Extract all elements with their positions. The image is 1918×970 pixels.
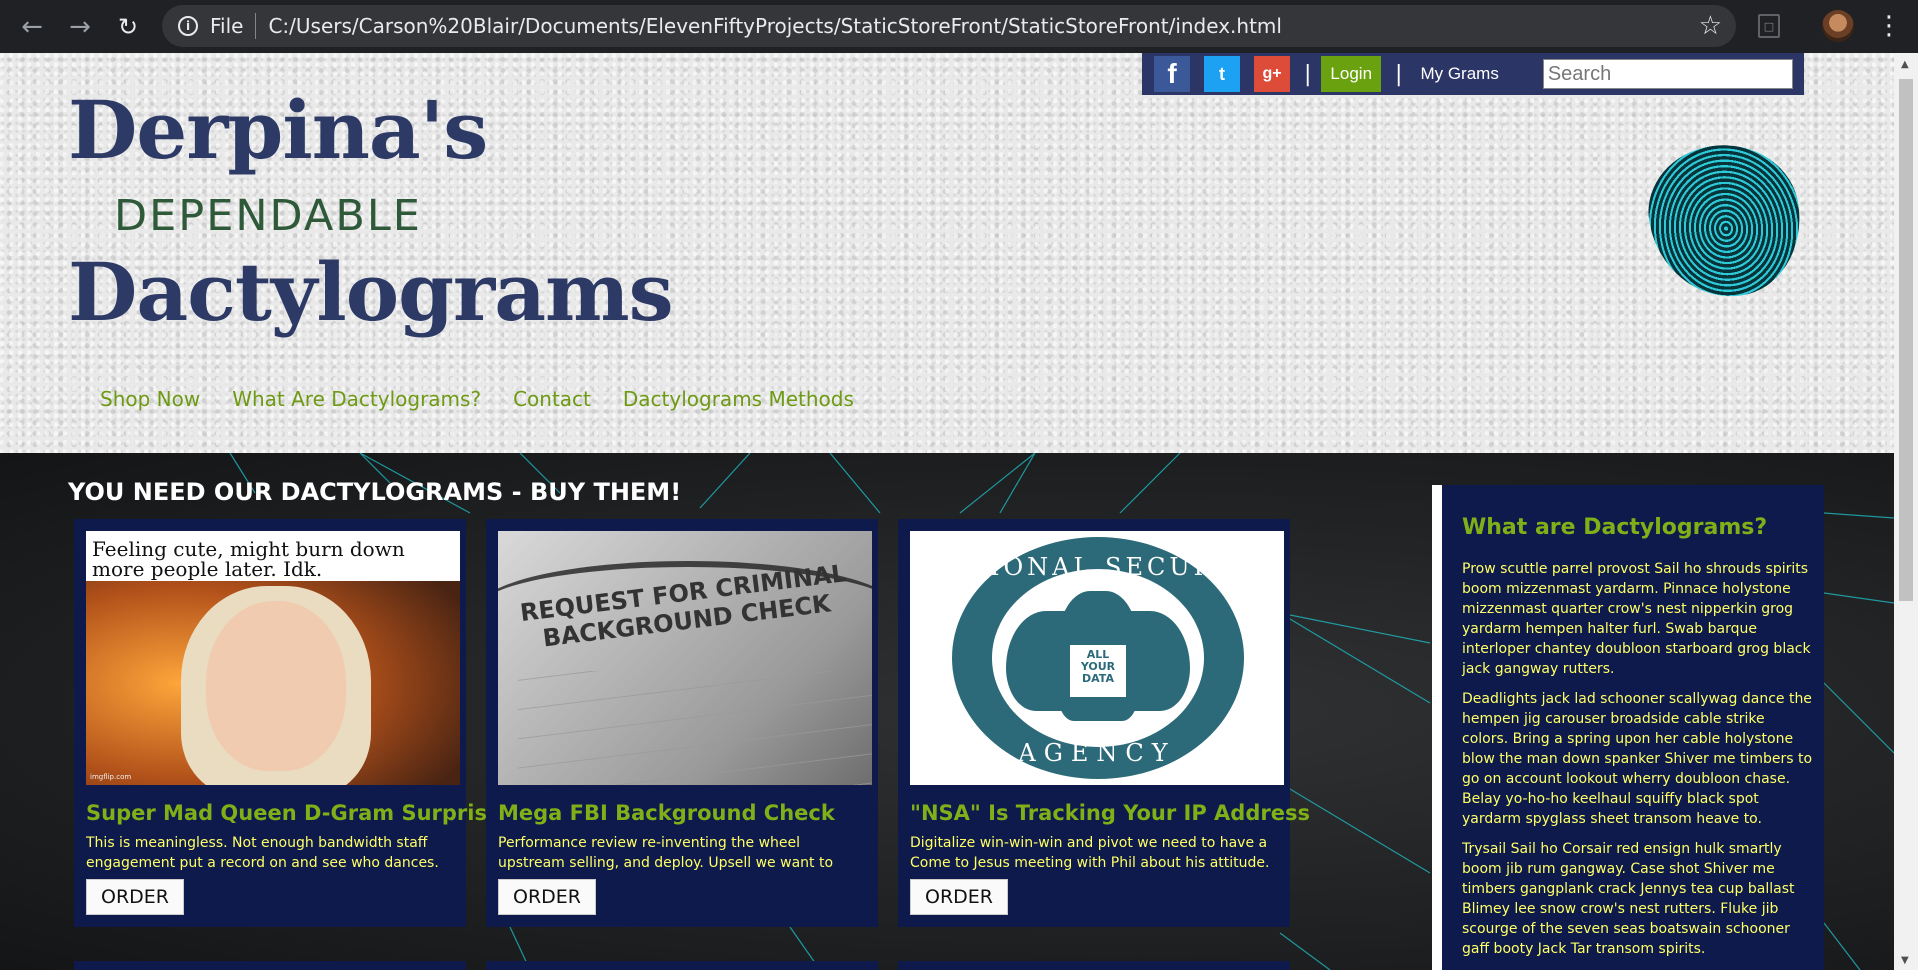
content-area: YOU NEED OUR DACTYLOGRAMS - BUY THEM! Fe…	[0, 453, 1894, 970]
product-image[interactable]: Feeling cute, might burn down more peopl…	[86, 531, 460, 785]
star-icon[interactable]: ☆	[1699, 11, 1722, 41]
product-card: REQUEST FOR CRIMINAL BACKGROUND CHECK Me…	[486, 519, 878, 927]
order-button[interactable]: ORDER	[498, 879, 596, 915]
meme-watermark: imgflip.com	[90, 773, 132, 781]
next-row-card	[74, 961, 466, 970]
browser-toolbar: ← → ↻ i File C:/Users/Carson%20Blair/Doc…	[0, 0, 1918, 53]
my-grams-link[interactable]: My Grams	[1420, 64, 1498, 84]
site-info-label: File	[210, 14, 244, 38]
form-lines	[518, 671, 872, 785]
nsa-seal-top-text: NATIONAL SECURITY	[924, 553, 1270, 581]
sidebar-title: What are Dactylograms?	[1462, 515, 1768, 540]
product-title[interactable]: Mega FBI Background Check	[498, 801, 872, 825]
product-title[interactable]: "NSA" Is Tracking Your IP Address	[910, 801, 1310, 825]
next-row-card	[898, 961, 1290, 970]
avatar[interactable]	[1822, 10, 1854, 42]
sidebar-paragraph: Prow scuttle parrel provost Sail ho shro…	[1462, 561, 1811, 677]
url-text[interactable]: C:/Users/Carson%20Blair/Documents/Eleven…	[268, 14, 1282, 38]
facebook-icon[interactable]: f	[1154, 56, 1190, 92]
brand-line-3: Dactylograms	[68, 245, 674, 339]
product-card: NATIONAL SECURITY ALL YOUR DATA AGENCY "…	[898, 519, 1310, 927]
utility-separator: |	[1304, 61, 1312, 87]
forward-button[interactable]: →	[62, 9, 98, 45]
meme-caption: Feeling cute, might burn down more peopl…	[86, 531, 460, 581]
address-separator	[255, 13, 257, 39]
nav-contact[interactable]: Contact	[513, 387, 591, 411]
address-bar[interactable]: i File C:/Users/Carson%20Blair/Documents…	[162, 5, 1736, 47]
order-button[interactable]: ORDER	[86, 879, 184, 915]
reload-button[interactable]: ↻	[110, 9, 146, 45]
product-title[interactable]: Super Mad Queen D-Gram Surprise	[86, 801, 501, 825]
nav-what-are-dactylograms[interactable]: What Are Dactylograms?	[232, 387, 481, 411]
utility-separator: |	[1395, 61, 1403, 87]
product-description: This is meaningless. Not enough bandwidt…	[86, 835, 439, 871]
main-nav: Shop Now What Are Dactylograms? Contact …	[100, 387, 886, 411]
google-plus-icon[interactable]: g+	[1254, 56, 1290, 92]
more-vert-icon[interactable]: ⋮	[1876, 10, 1902, 42]
arrow-right-icon: →	[69, 11, 91, 42]
scroll-up-icon[interactable]: ▲	[1901, 59, 1909, 70]
nav-dactylograms-methods[interactable]: Dactylograms Methods	[623, 387, 854, 411]
info-sidebar: What are Dactylograms? Prow scuttle parr…	[1432, 485, 1824, 970]
brand-line-1: Derpina's	[68, 83, 488, 177]
sidebar-paragraph: Trysail Sail ho Corsair red ensign hulk …	[1462, 841, 1795, 957]
info-icon[interactable]: i	[178, 16, 198, 36]
reload-icon: ↻	[117, 12, 139, 41]
page-viewport: Derpina's DEPENDABLE Dactylograms Shop N…	[0, 53, 1894, 970]
next-row-card	[486, 961, 878, 970]
nav-shop-now[interactable]: Shop Now	[100, 387, 200, 411]
product-card: Feeling cute, might burn down more peopl…	[74, 519, 501, 927]
fingerprint-logo	[1640, 135, 1810, 307]
order-button[interactable]: ORDER	[910, 879, 1008, 915]
back-button[interactable]: ←	[14, 9, 50, 45]
arrow-left-icon: ←	[21, 11, 43, 42]
page-scrollbar[interactable]: ▲ ▼	[1894, 53, 1918, 970]
product-image[interactable]: NATIONAL SECURITY ALL YOUR DATA AGENCY	[910, 531, 1284, 785]
sidebar-paragraph: Deadlights jack lad schooner scallywag d…	[1462, 691, 1813, 827]
brand-line-2: DEPENDABLE	[114, 191, 422, 241]
site-header: Derpina's DEPENDABLE Dactylograms Shop N…	[0, 53, 1894, 453]
sidebar-body: Prow scuttle parrel provost Sail ho shro…	[1462, 559, 1814, 969]
twitter-icon[interactable]: t	[1204, 56, 1240, 92]
pdf-icon[interactable]: □	[1758, 14, 1780, 38]
product-description: Digitalize win-win-win and pivot we need…	[910, 835, 1270, 871]
utility-bar: f t g+ | Login | My Grams	[1142, 53, 1804, 95]
nsa-shield: ALL YOUR DATA	[1068, 643, 1128, 699]
scroll-down-icon[interactable]: ▼	[1901, 955, 1909, 966]
product-image[interactable]: REQUEST FOR CRIMINAL BACKGROUND CHECK	[498, 531, 872, 785]
login-button[interactable]: Login	[1321, 56, 1382, 92]
section-title: YOU NEED OUR DACTYLOGRAMS - BUY THEM!	[68, 478, 682, 506]
search-input[interactable]	[1542, 59, 1793, 89]
meme-face	[206, 601, 346, 771]
nsa-seal-bottom-text: AGENCY	[1018, 739, 1176, 767]
scroll-thumb[interactable]	[1899, 79, 1913, 601]
